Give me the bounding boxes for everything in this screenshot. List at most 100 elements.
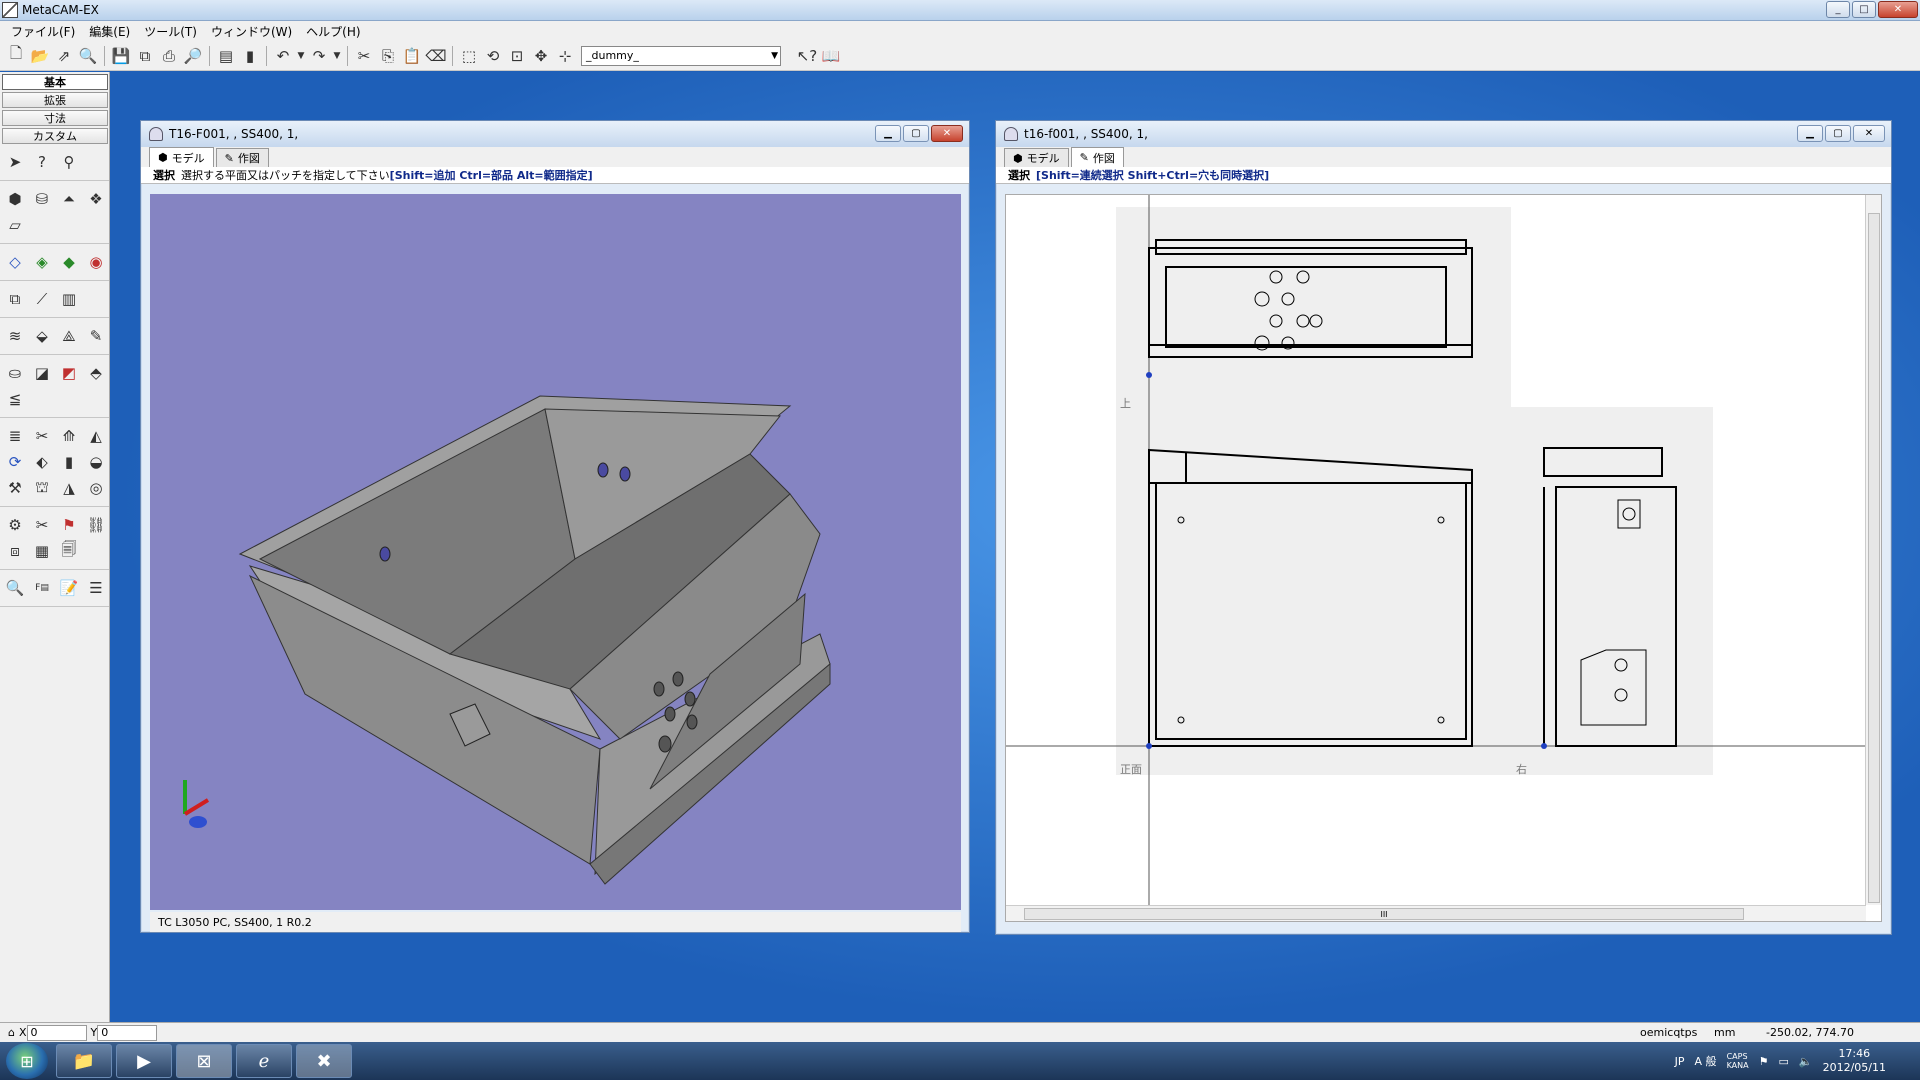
assembly-table-icon[interactable]: ▦	[29, 539, 55, 563]
sheet-flange-icon[interactable]: ◈	[29, 250, 55, 274]
layer-edit-icon[interactable]: ✎	[83, 324, 109, 348]
start-button[interactable]: ⊞	[6, 1043, 48, 1079]
ime-mode[interactable]: A 般	[1695, 1053, 1717, 1069]
cylinder-solid-icon[interactable]: ⛁	[29, 187, 55, 211]
close-button[interactable]: ✕	[1853, 125, 1885, 142]
minimize-button[interactable]: ▁	[875, 125, 901, 142]
menu-tools[interactable]: ツール(T)	[137, 23, 204, 40]
flag-icon[interactable]: ⚑	[1759, 1055, 1769, 1068]
close-button[interactable]: ✕	[1878, 1, 1918, 18]
select-query-icon[interactable]: ?	[29, 150, 55, 174]
clock[interactable]: 17:46 2012/05/11	[1823, 1047, 1886, 1075]
paste-icon[interactable]: 📋	[400, 45, 424, 67]
assembly-part-icon[interactable]: ⚙	[2, 513, 28, 537]
modify-rotate-icon[interactable]: ⟳	[2, 450, 28, 474]
tab-extended[interactable]: 拡張	[2, 92, 108, 108]
model-window-titlebar[interactable]: T16-F001, , SS400, 1, ▁ ▢ ✕	[141, 121, 969, 147]
tab-model[interactable]: ⬢ モデル	[149, 147, 214, 167]
output-list-icon[interactable]: F▤	[29, 576, 55, 600]
plane-solid-icon[interactable]: ▱	[2, 213, 28, 237]
array-solid-icon[interactable]: ▥	[56, 287, 82, 311]
stack-layer-icon[interactable]: ≋	[2, 324, 28, 348]
snap-icon[interactable]: ⌂	[8, 1026, 15, 1039]
undo-dropdown-icon[interactable]: ▼	[295, 45, 307, 67]
search-icon[interactable]: 🔍	[76, 45, 100, 67]
horizontal-scroll-thumb[interactable]: III	[1024, 908, 1744, 920]
sheet-unfold-icon[interactable]: ◉	[83, 250, 109, 274]
drawing-canvas[interactable]: 上 正面 右 III	[1005, 194, 1882, 922]
modify-flatten-icon[interactable]: ⬖	[29, 450, 55, 474]
open-folder-icon[interactable]: 📂	[28, 45, 52, 67]
maximize-button[interactable]: ▢	[1825, 125, 1851, 142]
pan-icon[interactable]: ✥	[529, 45, 553, 67]
zoom-previous-icon[interactable]: ⟲	[481, 45, 505, 67]
layer-combo[interactable]: _dummy_ ▼	[581, 45, 781, 66]
modify-weld-icon[interactable]: ⚒	[2, 476, 28, 500]
menu-window[interactable]: ウィンドウ(W)	[204, 23, 299, 40]
output-search-icon[interactable]: 🔍	[2, 576, 28, 600]
volume-icon[interactable]: 🔈	[1799, 1055, 1813, 1068]
select-figure-icon[interactable]: ⚲	[56, 150, 82, 174]
model-viewport[interactable]	[150, 194, 961, 910]
assembly-link-icon[interactable]: ⛓	[83, 513, 109, 537]
maximize-button[interactable]: □	[1852, 1, 1876, 18]
save-icon[interactable]: 💾	[109, 45, 133, 67]
select-arrow-icon[interactable]: ➤	[2, 150, 28, 174]
modify-bevel-icon[interactable]: ◭	[83, 424, 109, 448]
print-icon[interactable]: ⎙	[157, 45, 181, 67]
modify-extrude-icon[interactable]: ▮	[56, 450, 82, 474]
box-solid-icon[interactable]: ⬢	[2, 187, 28, 211]
tab-basic[interactable]: 基本	[2, 74, 108, 90]
taskbar-explorer-icon[interactable]: 📁	[56, 1044, 112, 1078]
modify-fold-icon[interactable]: ⟰	[56, 424, 82, 448]
menu-help[interactable]: ヘルプ(H)	[299, 23, 367, 40]
assembly-split-icon[interactable]: ✂	[29, 513, 55, 537]
language-indicator[interactable]: JP	[1675, 1055, 1685, 1068]
assembly-page-icon[interactable]: 🗐	[56, 539, 82, 563]
horizontal-scrollbar[interactable]: III	[1006, 905, 1866, 921]
output-edit-icon[interactable]: 📝	[56, 576, 82, 600]
feature-punch-icon[interactable]: ⛀	[2, 361, 28, 385]
clipboard-icon[interactable]: ▮	[238, 45, 262, 67]
sheet-bend-icon[interactable]: ◇	[2, 250, 28, 274]
close-button[interactable]: ✕	[931, 125, 963, 142]
cut-icon[interactable]: ✂	[352, 45, 376, 67]
feature-notch-icon[interactable]: ◩	[56, 361, 82, 385]
print-preview-icon[interactable]: 🔎	[181, 45, 205, 67]
taskbar-ie-icon[interactable]: ℯ	[236, 1044, 292, 1078]
tab-custom[interactable]: カスタム	[2, 128, 108, 144]
assembly-move-icon[interactable]: ⧈	[2, 539, 28, 563]
minimize-button[interactable]: _	[1826, 1, 1850, 18]
undo-icon[interactable]: ↶	[271, 45, 295, 67]
mirror-solid-icon[interactable]: ⟋	[29, 287, 55, 311]
layer-plate-icon[interactable]: ⬙	[29, 324, 55, 348]
axis-icon[interactable]: ⊹	[553, 45, 577, 67]
maximize-button[interactable]: ▢	[903, 125, 929, 142]
export-icon[interactable]: ⇗	[52, 45, 76, 67]
sheet-hem-icon[interactable]: ◆	[56, 250, 82, 274]
taskbar-metacam-icon[interactable]: ⊠	[176, 1044, 232, 1078]
menu-file[interactable]: ファイル(F)	[4, 23, 82, 40]
modify-cut-icon[interactable]: ✂	[29, 424, 55, 448]
minimize-button[interactable]: ▁	[1797, 125, 1823, 142]
menu-edit[interactable]: 編集(E)	[82, 23, 137, 40]
copy-solid-icon[interactable]: ⧉	[2, 287, 28, 311]
feature-emboss-icon[interactable]: ⬘	[83, 361, 109, 385]
vertical-scrollbar[interactable]	[1865, 195, 1881, 905]
assembly-check-icon[interactable]: ⚑	[56, 513, 82, 537]
modify-stack-icon[interactable]: ≣	[2, 424, 28, 448]
network-icon[interactable]: ▭	[1778, 1055, 1788, 1068]
taskbar-media-player-icon[interactable]: ▶	[116, 1044, 172, 1078]
book-icon[interactable]: 📖	[819, 45, 843, 67]
cone-solid-icon[interactable]: ⏶	[56, 187, 82, 211]
boolean-solid-icon[interactable]: ❖	[83, 187, 109, 211]
feature-lines-icon[interactable]: ≦	[2, 387, 28, 411]
copy-icon[interactable]: ⎘	[376, 45, 400, 67]
vertical-scroll-thumb[interactable]	[1868, 213, 1880, 903]
new-file-icon[interactable]: 🗋	[4, 44, 28, 67]
zoom-fit-icon[interactable]: ⊡	[505, 45, 529, 67]
y-coordinate-field[interactable]: 0	[97, 1024, 158, 1041]
help-pointer-icon[interactable]: ↖?	[795, 45, 819, 67]
properties-icon[interactable]: ▤	[214, 45, 238, 67]
tab-model[interactable]: ⬢ モデル	[1004, 148, 1069, 167]
